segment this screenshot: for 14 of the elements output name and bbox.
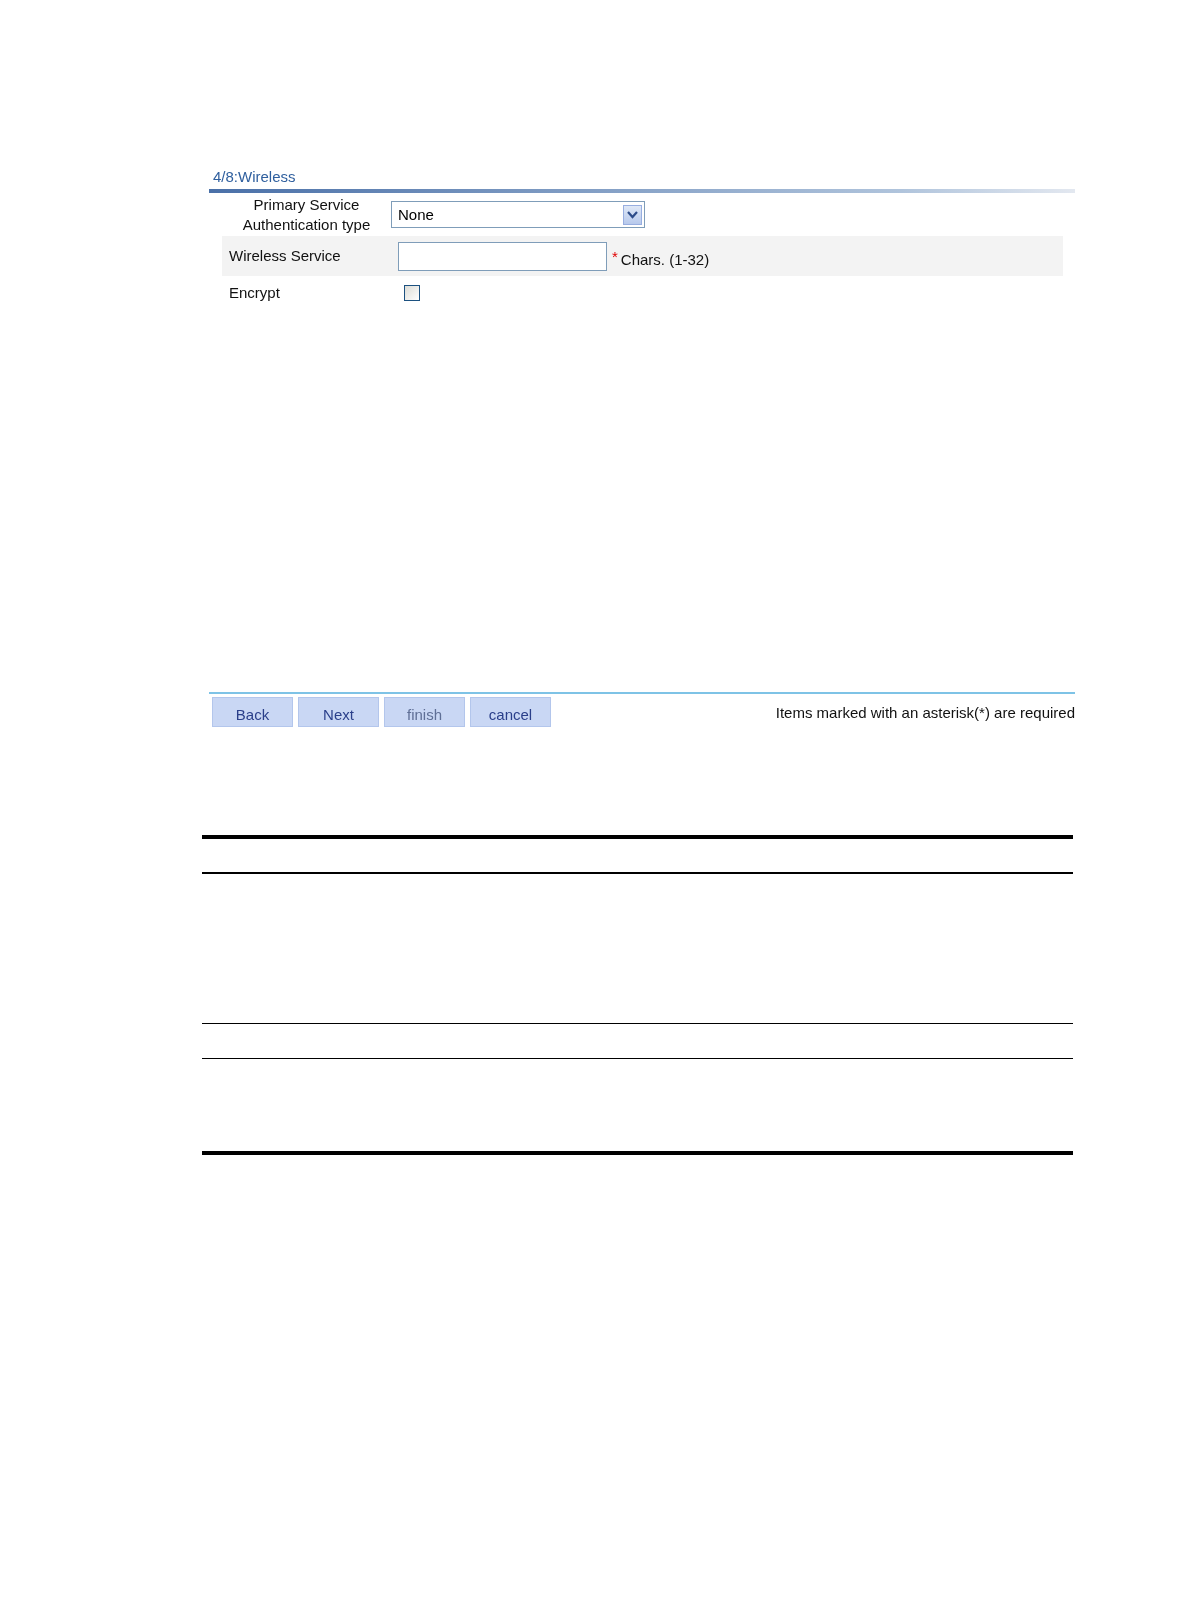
wizard-step-title: 4/8:Wireless [212,168,297,187]
wizard-button[interactable]: cancel [470,697,551,727]
field-label: Wireless Service [228,246,342,266]
wizard-button[interactable]: Back [212,697,293,727]
field-hint: Chars. (1-32) [620,250,710,268]
required-note: Items marked with an asterisk(*) are required [775,703,1075,721]
required-mark: * [612,247,618,265]
input-field[interactable] [398,241,607,271]
checkbox[interactable] [404,285,420,301]
field-label: Primary Service Authentication type [241,194,372,235]
dropdown[interactable]: None [391,201,645,228]
wizard-button[interactable]: Next [298,697,379,727]
chevron-down-icon [623,204,642,225]
field-label: Encrypt [228,283,281,303]
